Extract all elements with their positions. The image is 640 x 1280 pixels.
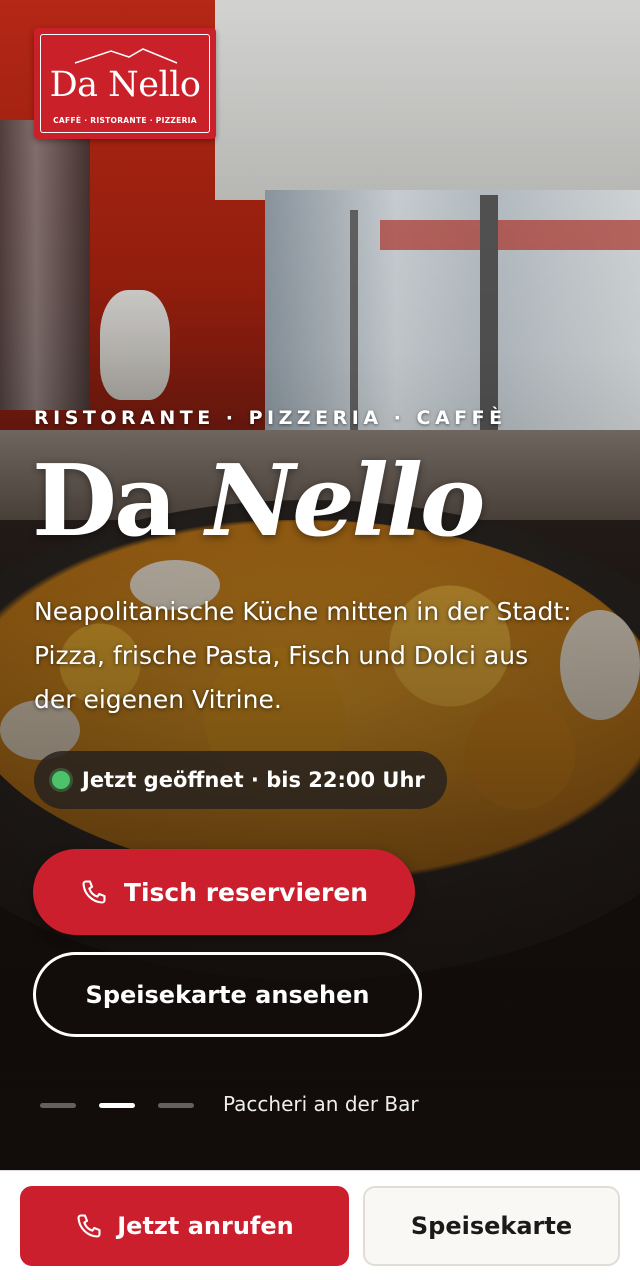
phone-icon [75,1212,103,1240]
call-label: Jetzt anrufen [117,1212,294,1240]
brand-logo[interactable]: Da Nello CAFFÈ · RISTORANTE · PIZZERIA [34,28,216,139]
logo-tagline: CAFFÈ · RISTORANTE · PIZZERIA [53,116,197,125]
slide-dot-3[interactable] [158,1103,194,1108]
opening-status-badge: Jetzt geöffnet · bis 22:00 Uhr [34,751,447,809]
hero-subtitle: Neapolitanische Küche mitten in der Stad… [34,597,572,714]
page-title: Da Nello [32,448,485,556]
phone-icon [80,878,108,906]
view-menu-button[interactable]: Speisekarte ansehen [33,952,422,1037]
hero-eyebrow: RISTORANTE · PIZZERIA · CAFFÈ [34,407,507,429]
roof-icon [74,48,178,64]
menu-button[interactable]: Speisekarte [363,1186,620,1266]
reserve-label: Tisch reservieren [123,877,369,907]
bottom-action-bar: Jetzt anrufen Speisekarte [0,1170,640,1280]
title-nello: Nello [205,444,486,559]
title-da: Da [32,444,206,559]
slide-dot-1[interactable] [40,1103,76,1108]
status-text: Jetzt geöffnet · bis 22:00 Uhr [82,768,425,792]
reserve-table-button[interactable]: Tisch reservieren [33,849,415,935]
logo-name: Da Nello [49,65,201,105]
slide-indicator [40,1103,194,1108]
menu-label: Speisekarte [410,1212,573,1240]
call-now-button[interactable]: Jetzt anrufen [20,1186,349,1266]
slide-dot-2[interactable] [99,1103,135,1108]
view-menu-label: Speisekarte ansehen [85,980,370,1009]
slide-caption: Paccheri an der Bar [223,1092,419,1116]
status-dot-icon [52,771,70,789]
